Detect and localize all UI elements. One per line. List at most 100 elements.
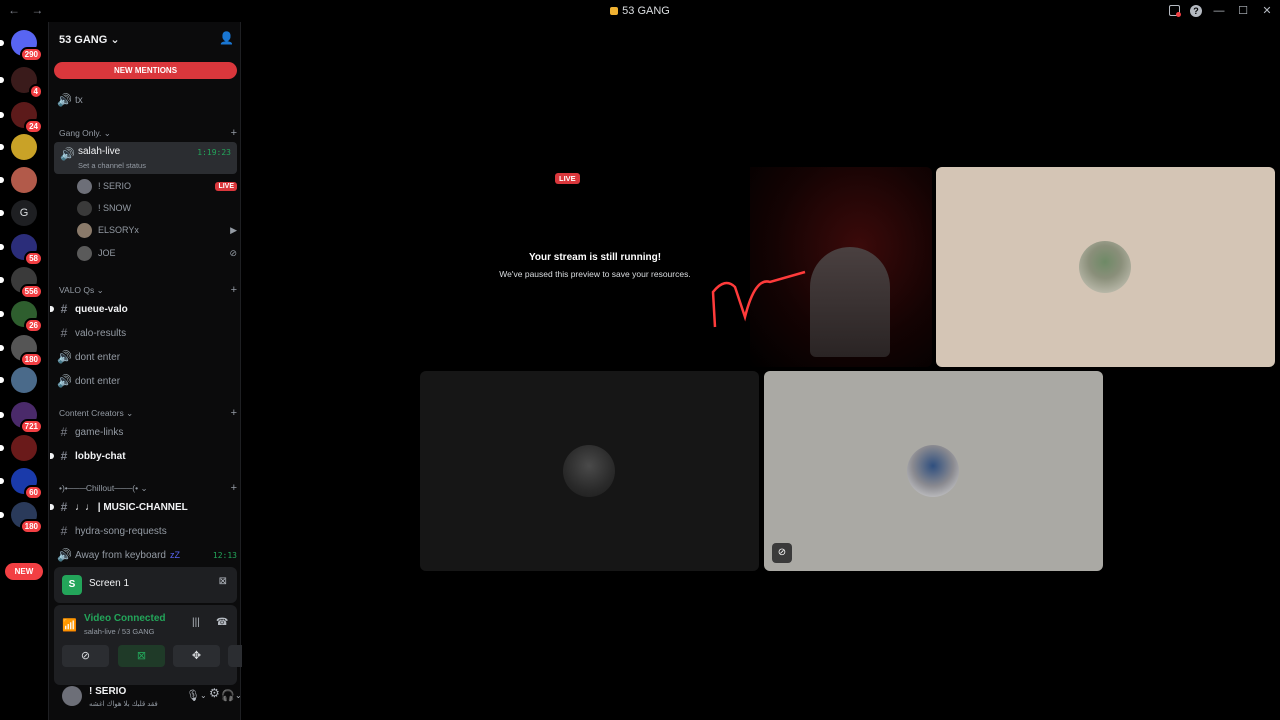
server-list: 290 4 24 G 58 556 26 180 721 60 180 NEW <box>0 22 48 720</box>
channel-label: hydra-song-requests <box>75 525 167 537</box>
category-chillout[interactable]: •)•───Chillout───(• ⌄ + <box>59 482 237 494</box>
voice-user-name: ! SNOW <box>98 203 131 213</box>
new-mentions-button[interactable]: NEW MENTIONS <box>54 62 237 79</box>
voice-user[interactable]: ELSORYx ▶ <box>77 220 237 240</box>
server-icon[interactable] <box>0 134 37 160</box>
hash-icon: # <box>60 500 68 514</box>
channel-valo-results[interactable]: # valo-results <box>57 323 237 343</box>
voice-user[interactable]: ! SNOW <box>77 198 237 218</box>
invite-icon[interactable]: 👤 <box>219 31 234 45</box>
connection-status[interactable]: Video Connected <box>84 613 166 624</box>
speaker-icon: 🔊 <box>57 548 72 562</box>
mention-badge: 26 <box>24 318 43 333</box>
channel-afk[interactable]: 🔊 Away from keyboard zZ 12:13 <box>57 545 237 565</box>
channel-music[interactable]: # ♩♩ | MUSIC-CHANNEL <box>50 497 237 517</box>
server-avatar <box>11 134 37 160</box>
channel-tx[interactable]: 🔊 tx <box>57 90 237 110</box>
activities-button[interactable]: ✥ <box>173 645 220 667</box>
category-gang-only[interactable]: Gang Only. ⌄ + <box>59 127 237 139</box>
stream-paused-title: Your stream is still running! <box>528 252 662 263</box>
server-icon[interactable]: 290 <box>0 30 43 62</box>
screen-share-button[interactable]: ⊠ <box>118 645 165 667</box>
chevron-down-icon[interactable]: ⌄ <box>200 691 207 700</box>
disconnect-icon[interactable]: ☎ <box>216 617 228 628</box>
server-icon[interactable]: 180 <box>0 502 43 534</box>
unread-indicator <box>0 377 4 383</box>
unread-indicator <box>50 504 54 510</box>
camera-icon: ▶ <box>230 224 237 235</box>
gear-icon[interactable]: ⚙ <box>209 686 220 700</box>
add-channel-icon[interactable]: + <box>231 482 237 494</box>
microphone-icon[interactable]: 🎙 <box>186 689 200 702</box>
server-icon[interactable] <box>0 435 37 461</box>
participant-tile[interactable]: ⊘ <box>764 371 1103 571</box>
connection-channel[interactable]: salah-live / 53 GANG <box>84 627 154 636</box>
unread-indicator <box>50 453 54 459</box>
stream-tile[interactable]: LIVE Your stream is still running! We've… <box>420 167 932 367</box>
category-content-creators[interactable]: Content Creators ⌄ + <box>59 407 237 419</box>
channel-dont-enter-2[interactable]: 🔊 dont enter <box>57 371 237 391</box>
channel-salah-live[interactable]: 🔊 salah-live Set a channel status 1:19:2… <box>54 142 237 174</box>
server-name-text: 53 GANG <box>59 34 108 46</box>
avatar[interactable] <box>62 686 82 706</box>
hash-icon: # <box>60 524 68 538</box>
avatar <box>1079 241 1131 293</box>
channel-game-links[interactable]: # game-links <box>57 422 237 442</box>
help-icon[interactable]: ? <box>1190 4 1202 17</box>
add-channel-icon[interactable]: + <box>231 284 237 296</box>
channel-queue-valo[interactable]: # queue-valo <box>50 299 237 319</box>
new-badge[interactable]: NEW <box>5 563 43 580</box>
add-channel-icon[interactable]: + <box>231 127 237 139</box>
unread-indicator <box>0 412 4 418</box>
server-icon[interactable]: 556 <box>0 267 43 299</box>
title-bar: ← → 53 GANG ? — ☐ ✕ <box>0 0 1280 22</box>
server-name[interactable]: 53 GANG ⌄ <box>59 33 120 46</box>
participant-tile[interactable] <box>936 167 1275 367</box>
server-icon[interactable]: 60 <box>0 468 43 500</box>
category-label: Gang Only. <box>59 128 102 138</box>
channel-dont-enter[interactable]: 🔊 dont enter <box>57 347 237 367</box>
server-icon[interactable]: 721 <box>0 402 43 434</box>
speaker-icon: 🔊 <box>57 374 72 388</box>
channel-status[interactable]: Set a channel status <box>78 161 146 170</box>
camera-toggle-button[interactable]: ⊘ <box>62 645 109 667</box>
maximize-icon[interactable]: ☐ <box>1236 4 1250 17</box>
server-icon[interactable] <box>0 167 37 193</box>
server-icon[interactable]: 4 <box>0 67 43 99</box>
server-header[interactable]: 53 GANG ⌄ 👤 <box>49 22 242 56</box>
mention-badge: 58 <box>24 251 43 266</box>
inbox-icon[interactable] <box>1169 5 1181 17</box>
channel-lobby-chat[interactable]: # lobby-chat <box>50 446 237 466</box>
avatar <box>77 222 92 238</box>
mic-muted-icon: ⊘ <box>772 543 792 563</box>
server-icon[interactable]: 26 <box>0 301 43 333</box>
sleep-icon: zZ <box>169 550 180 560</box>
noise-suppression-icon[interactable]: ||| <box>192 617 200 628</box>
server-icon[interactable]: 24 <box>0 102 43 134</box>
voice-user-name: JOE <box>98 248 116 258</box>
mention-badge: 180 <box>19 519 43 534</box>
screen-share-panel[interactable]: S Screen 1 ⊠ <box>54 567 237 603</box>
server-icon[interactable]: G <box>0 200 37 226</box>
signal-icon[interactable]: 📶 <box>62 618 77 632</box>
channel-label: lobby-chat <box>75 450 126 462</box>
stop-stream-icon[interactable]: ⊠ <box>219 576 227 587</box>
hash-icon: # <box>60 425 68 439</box>
category-valo-qs[interactable]: VALO Qs ⌄ + <box>59 284 237 296</box>
server-icon[interactable]: 180 <box>0 335 43 367</box>
close-icon[interactable]: ✕ <box>1260 4 1274 17</box>
username[interactable]: ! SERIO <box>89 686 126 697</box>
live-badge: LIVE <box>555 173 580 184</box>
headphones-icon[interactable]: 🎧 <box>221 689 235 702</box>
voice-user[interactable]: ! SERIO LIVE <box>77 176 237 196</box>
participant-tile[interactable] <box>420 371 759 571</box>
chevron-down-icon[interactable]: ⌄ <box>235 691 242 700</box>
server-icon[interactable]: 58 <box>0 234 43 266</box>
server-icon <box>610 7 619 16</box>
server-icon[interactable] <box>0 367 37 393</box>
channel-hydra-song-requests[interactable]: # hydra-song-requests <box>57 521 237 541</box>
voice-user[interactable]: JOE ⊘ <box>77 243 237 263</box>
add-channel-icon[interactable]: + <box>231 407 237 419</box>
voice-stage: LIVE Your stream is still running! We've… <box>242 22 1280 720</box>
minimize-icon[interactable]: — <box>1212 5 1226 17</box>
